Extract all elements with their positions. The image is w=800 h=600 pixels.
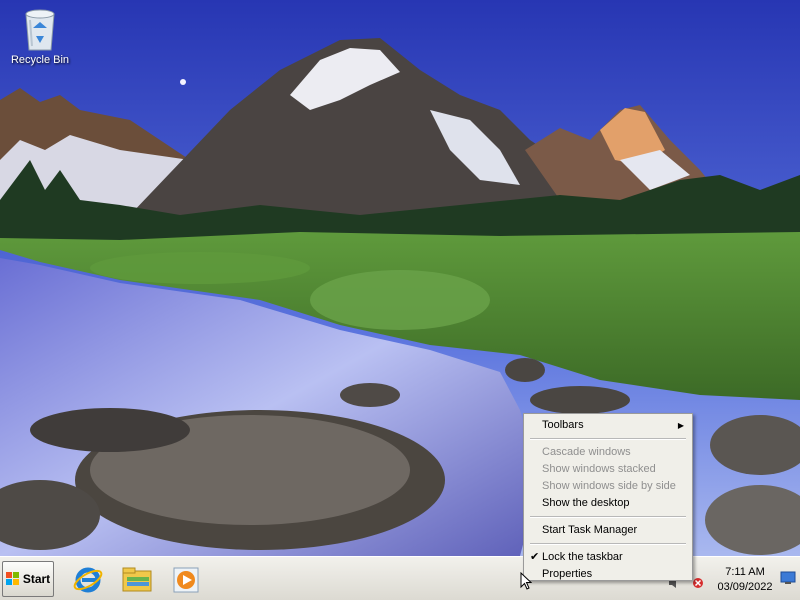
- file-explorer-icon[interactable]: [121, 565, 152, 595]
- menu-item-cascade-windows: Cascade windows: [526, 444, 690, 461]
- show-desktop-icon[interactable]: [780, 571, 796, 588]
- menu-item-lock-taskbar[interactable]: ✔ Lock the taskbar: [526, 549, 690, 566]
- menu-item-label: Cascade windows: [542, 446, 631, 458]
- menu-item-label: Toolbars: [542, 419, 584, 431]
- taskbar-context-menu[interactable]: Toolbars ▶ Cascade windows Show windows …: [523, 413, 693, 581]
- menu-item-label: Show windows side by side: [542, 480, 676, 492]
- menu-separator: [530, 516, 686, 518]
- menu-item-label: Show windows stacked: [542, 463, 656, 475]
- menu-item-properties[interactable]: Properties: [526, 566, 690, 583]
- menu-item-show-windows-stacked: Show windows stacked: [526, 461, 690, 478]
- start-button[interactable]: Start: [2, 561, 54, 597]
- recycle-bin-icon: [20, 6, 60, 52]
- windows-logo-icon: [5, 572, 19, 585]
- menu-item-show-windows-side-by-side: Show windows side by side: [526, 478, 690, 495]
- menu-item-toolbars[interactable]: Toolbars ▶: [526, 417, 690, 434]
- menu-item-label: Properties: [542, 568, 593, 580]
- internet-explorer-icon[interactable]: [73, 565, 103, 595]
- menu-separator: [530, 438, 686, 440]
- start-label: Start: [22, 572, 51, 586]
- media-player-icon[interactable]: [171, 565, 201, 595]
- clock[interactable]: 7:11 AM 03/09/2022: [710, 565, 780, 595]
- menu-separator: [530, 543, 686, 545]
- clock-time: 7:11 AM: [725, 566, 765, 578]
- desktop-icon-recycle-bin[interactable]: Recycle Bin: [8, 6, 72, 66]
- submenu-arrow-icon: ▶: [677, 421, 684, 430]
- menu-item-label: Start Task Manager: [542, 524, 638, 536]
- checkmark-icon: ✔: [530, 551, 540, 563]
- menu-item-label: Lock the taskbar: [542, 551, 623, 563]
- mouse-cursor-icon: [520, 571, 533, 593]
- menu-item-show-desktop[interactable]: Show the desktop: [526, 495, 690, 512]
- clock-date: 03/09/2022: [717, 581, 773, 593]
- desktop-icon-label: Recycle Bin: [10, 54, 70, 66]
- menu-item-label: Show the desktop: [542, 497, 630, 509]
- error-icon[interactable]: [692, 577, 704, 592]
- menu-item-start-task-manager[interactable]: Start Task Manager: [526, 522, 690, 539]
